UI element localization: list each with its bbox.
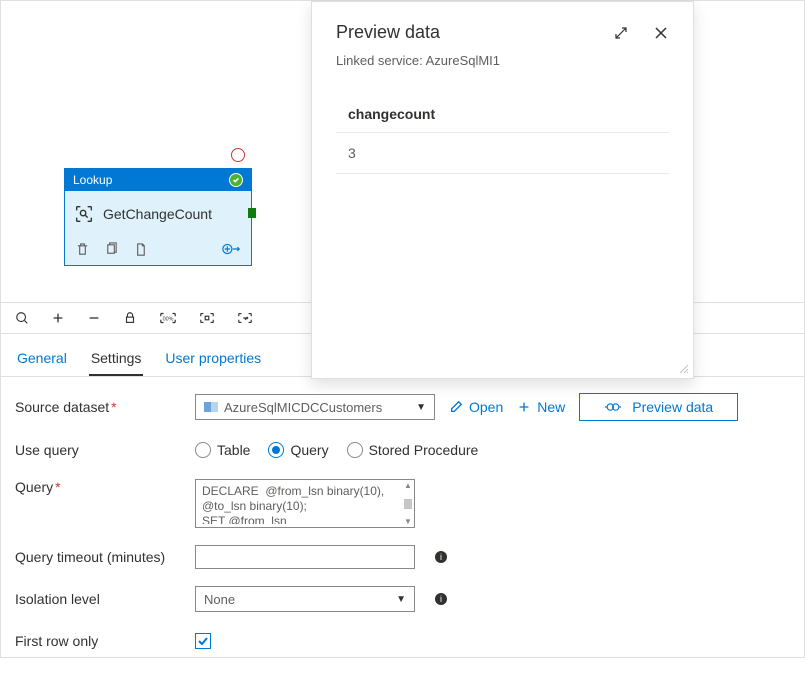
query-timeout-input[interactable] [195,545,415,569]
use-query-radio-group: Table Query Stored Procedure [195,442,478,458]
close-icon[interactable] [653,25,669,41]
info-icon[interactable]: i [435,551,447,563]
svg-text:00%: 00% [163,317,174,323]
source-dataset-dropdown[interactable]: AzureSqlMICDCCustomers ▼ [195,394,435,420]
scroll-up-icon[interactable]: ▲ [404,481,412,490]
open-dataset-button[interactable]: Open [449,399,503,415]
tab-user-properties[interactable]: User properties [163,344,263,376]
preview-data-button[interactable]: Preview data [579,393,738,421]
lookup-icon [73,203,95,225]
isolation-level-label: Isolation level [15,591,195,607]
chevron-down-icon: ▼ [396,594,406,605]
expand-icon[interactable] [613,25,629,41]
query-timeout-label: Query timeout (minutes) [15,549,195,565]
activity-lookup-node[interactable]: Lookup GetChangeCount [64,168,252,266]
zoom-percent-icon[interactable]: 00% [159,311,177,325]
resize-handle-icon[interactable] [677,362,689,374]
isolation-level-dropdown[interactable]: None ▼ [195,586,415,612]
radio-table[interactable]: Table [195,442,250,458]
radio-query[interactable]: Query [268,442,328,458]
validation-circle-icon [231,148,245,162]
zoom-out-icon[interactable] [87,311,101,325]
success-connector[interactable] [248,208,256,218]
tab-general[interactable]: General [15,344,69,376]
activity-name: GetChangeCount [103,206,212,222]
first-row-only-checkbox[interactable] [195,633,211,649]
chevron-down-icon: ▼ [416,402,426,413]
first-row-only-label: First row only [15,633,195,649]
fit-to-screen-icon[interactable] [199,311,215,325]
preview-subtitle: Linked service: AzureSqlMI1 [336,53,669,68]
source-dataset-value: AzureSqlMICDCCustomers [224,400,382,415]
copy-icon[interactable] [133,242,148,257]
source-dataset-label: Source dataset* [15,399,195,415]
query-textarea[interactable] [196,480,404,524]
new-dataset-button[interactable]: New [517,399,565,415]
zoom-search-icon[interactable] [15,311,29,325]
scroll-thumb[interactable] [404,499,412,509]
radio-stored-procedure[interactable]: Stored Procedure [347,442,479,458]
add-output-icon[interactable] [221,241,241,257]
isolation-level-value: None [204,592,235,607]
autolayout-icon[interactable] [237,311,253,325]
zoom-in-icon[interactable] [51,311,65,325]
use-query-label: Use query [15,442,195,458]
delete-icon[interactable] [75,242,90,257]
preview-title: Preview data [336,22,440,43]
preview-table: changecount 3 [336,98,669,174]
lock-icon[interactable] [123,311,137,325]
scrollbar[interactable]: ▲ ▼ [402,480,414,527]
preview-data-panel: Preview data Linked service: AzureSqlMI1… [311,1,694,379]
activity-type-label: Lookup [73,173,112,187]
scroll-down-icon[interactable]: ▼ [404,517,412,526]
settings-form: Source dataset* AzureSqlMICDCCustomers ▼… [1,377,804,686]
status-success-icon [229,173,243,187]
preview-row: 3 [336,133,669,174]
clone-icon[interactable] [104,242,119,257]
info-icon[interactable]: i [435,593,447,605]
tab-settings[interactable]: Settings [89,344,144,376]
preview-col-header: changecount [336,98,669,133]
dataset-icon [204,402,218,412]
query-label: Query* [15,479,195,495]
